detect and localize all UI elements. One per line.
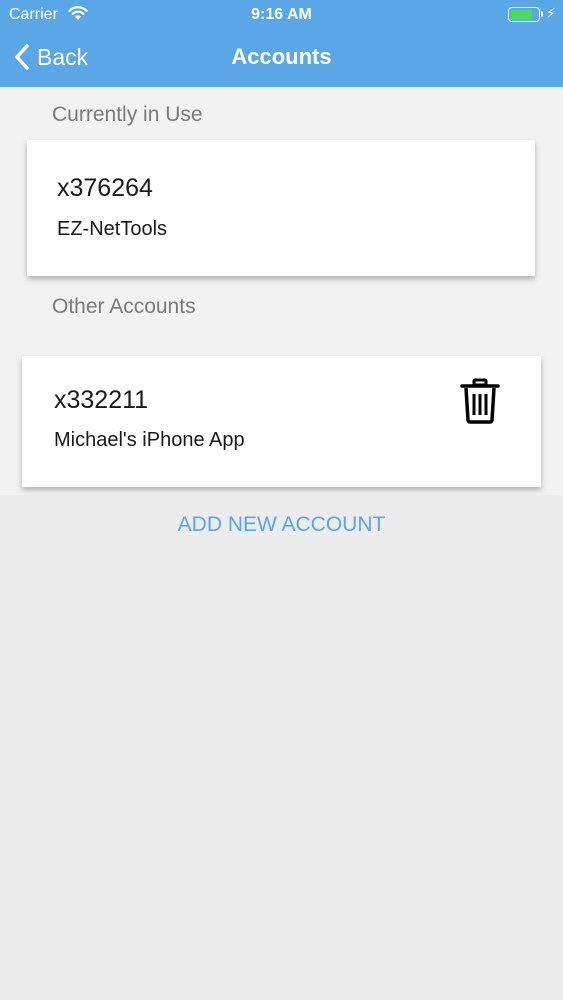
battery-level-fill: [510, 9, 533, 20]
accounts-content: Currently in Use x376264 EZ-NetTools Oth…: [0, 87, 563, 495]
status-bar: Carrier 9:16 AM ⚡: [0, 0, 563, 30]
delete-account-button[interactable]: [460, 378, 500, 424]
section-label-current: Currently in Use: [52, 103, 203, 126]
status-time: 9:16 AM: [251, 6, 312, 23]
nav-header: Carrier 9:16 AM ⚡ Back Accounts: [0, 0, 563, 87]
charging-bolt-icon: ⚡: [546, 5, 556, 21]
other-account-card[interactable]: x332211 Michael's iPhone App: [22, 356, 541, 487]
page-title: Accounts: [231, 44, 332, 69]
section-label-other: Other Accounts: [52, 295, 196, 318]
battery-icon: [508, 7, 540, 22]
add-new-account-button[interactable]: ADD NEW ACCOUNT: [0, 513, 563, 537]
account-name: EZ-NetTools: [57, 218, 168, 240]
account-name: Michael's iPhone App: [54, 429, 245, 451]
current-account-card[interactable]: x376264 EZ-NetTools: [27, 140, 535, 276]
account-id: x376264: [57, 174, 153, 202]
trash-icon: [460, 378, 500, 428]
account-id: x332211: [54, 386, 149, 414]
